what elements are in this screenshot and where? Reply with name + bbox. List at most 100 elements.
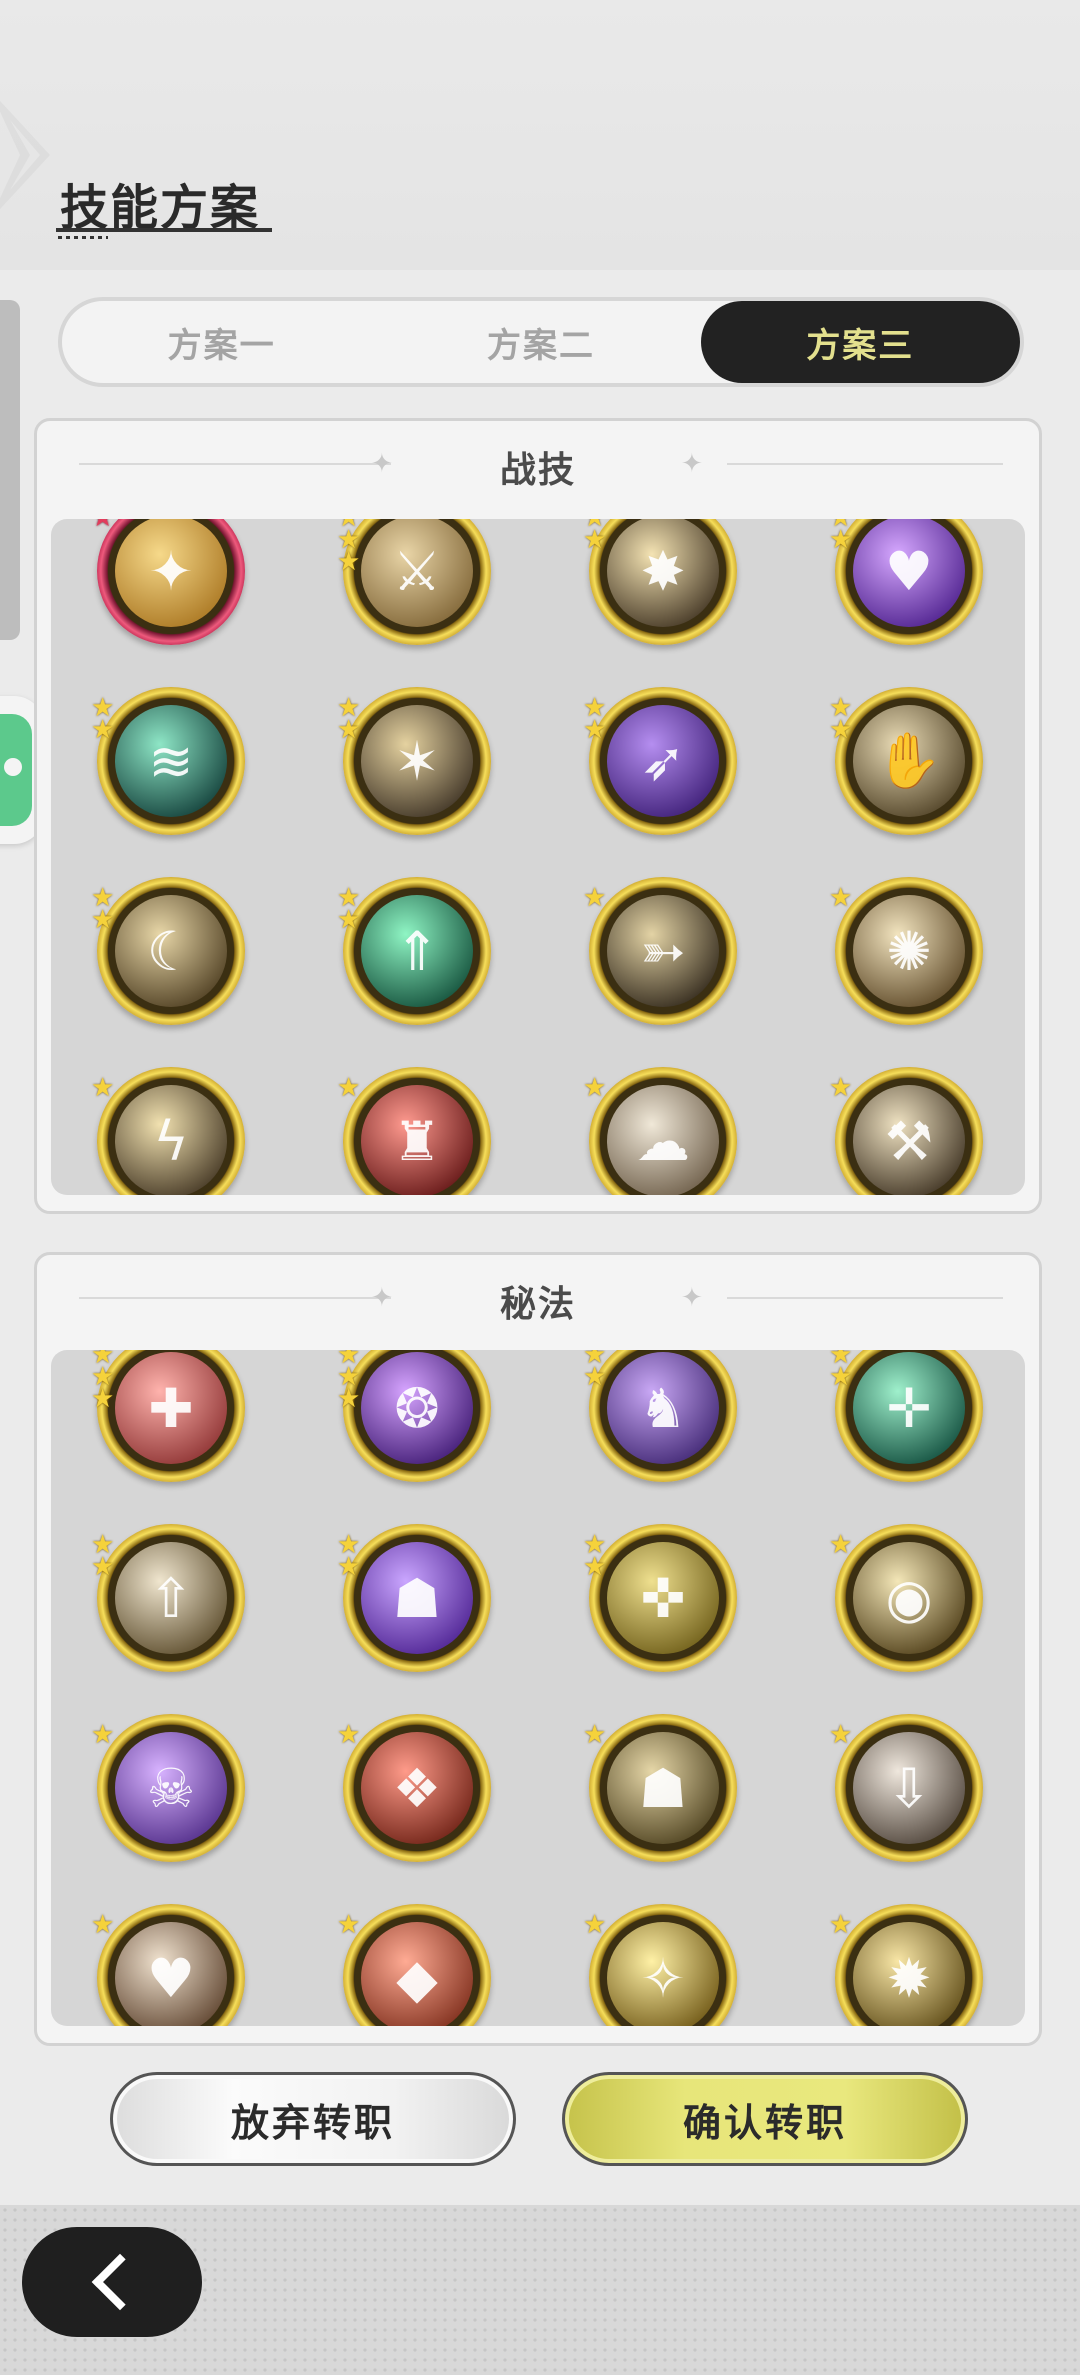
skill-glyph: ⇩ — [886, 1756, 932, 1820]
skill-stars: ★ — [829, 1910, 855, 1940]
skill-slot-red-fighter-icon[interactable]: ♜ ★ — [337, 1067, 491, 1195]
lightning-slash-icon: ϟ — [115, 1085, 227, 1195]
skill-slot-golden-vortex-icon[interactable]: ✹ ★ — [829, 1904, 983, 2026]
skill-stars: ★ — [829, 1075, 855, 1101]
tab-scheme-2[interactable]: 方案二 — [381, 301, 700, 383]
skill-slot-purple-leap-icon[interactable]: ➶ ★ ★ — [583, 687, 737, 835]
whirlwind-icon: ✺ — [853, 895, 965, 1007]
star-icon: ★ — [583, 1910, 607, 1940]
skill-slot-whirlwind-icon[interactable]: ✺ ★ — [829, 877, 983, 1025]
skill-slot-all-seeing-eye-icon[interactable]: ◉ ★ — [829, 1524, 983, 1672]
skill-slot-teal-wave-slash-icon[interactable]: ≋ ★ ★ — [91, 687, 245, 835]
tab-scheme-3[interactable]: 方案三 — [700, 301, 1020, 383]
tab-scheme-1[interactable]: 方案一 — [62, 301, 381, 383]
skill-slot-sword-heal-icon[interactable]: ✚ ★ ★ ★ — [91, 1350, 245, 1482]
section-title-arcana: 秘法 — [499, 1284, 576, 1325]
skill-slot-green-heal-plus-icon[interactable]: ✛ ★ ★ — [829, 1350, 983, 1482]
skill-slot-crescent-blade-icon[interactable]: ☾ ★ ★ — [91, 877, 245, 1025]
star-icon: ★ — [583, 715, 607, 745]
skill-glyph: ◆ — [396, 1946, 438, 2010]
skill-glyph: ♞ — [638, 1376, 688, 1440]
skill-slot-dash-slash-icon[interactable]: ➳ ★ — [583, 877, 737, 1025]
skill-slot-golden-swirl-slash-icon[interactable]: ✦★ — [91, 519, 245, 645]
skill-slot-red-rune-stone-icon[interactable]: ◆ ★ — [337, 1904, 491, 2026]
skill-stars: ★★ — [829, 695, 855, 743]
star-icon: ★ — [337, 1720, 361, 1750]
figure-heal-icon: ✜ — [607, 1542, 719, 1654]
skill-stars: ★ — [583, 1075, 609, 1101]
skill-glyph: ✸ — [640, 539, 686, 603]
skill-slot-red-rune-icon[interactable]: ❖ ★ — [337, 1714, 491, 1862]
skill-slot-purple-skull-icon[interactable]: ☠ ★ — [91, 1714, 245, 1862]
skill-stars: ★★ — [583, 1532, 609, 1580]
star-icon: ★ — [337, 1073, 361, 1103]
skill-slot-purple-figure-up-icon[interactable]: ☗ ★ ★ — [337, 1524, 491, 1672]
skill-glyph: ⚒ — [884, 1109, 934, 1173]
section-title-combat: 战技 — [499, 450, 576, 491]
star-icon: ★ — [91, 905, 115, 935]
dash-slash-icon: ➳ — [607, 895, 719, 1007]
skill-glyph: ✋ — [875, 729, 943, 792]
skill-slot-purple-heart-burst-icon[interactable]: ♥ ★★ — [829, 519, 983, 645]
skill-slot-green-arrows-up-icon[interactable]: ⇑ ★ ★ — [337, 877, 491, 1025]
skill-stars: ★ — [91, 1912, 117, 1938]
skill-glyph: ✶ — [394, 729, 440, 793]
teal-wave-slash-icon: ≋ — [115, 705, 227, 817]
skill-stars: ★ — [583, 1722, 609, 1748]
skill-slot-purple-flame-icon[interactable]: ❂ ★ ★ ★ — [337, 1350, 491, 1482]
skill-slot-burst-explosion-icon[interactable]: ✸ ★★ — [583, 519, 737, 645]
star-icon: ★ — [91, 1073, 115, 1103]
side-drawer-handle[interactable] — [0, 300, 20, 640]
skill-glyph: ⇑ — [394, 919, 440, 983]
skill-stars: ★★ — [583, 1350, 609, 1390]
green-arrows-up-icon: ⇑ — [361, 895, 473, 1007]
skill-slot-hammer-strike-icon[interactable]: ⚒ ★ — [829, 1067, 983, 1195]
skill-stars: ★★ — [583, 695, 609, 745]
skill-stars: ★ — [583, 885, 609, 911]
star-icon: ★ — [829, 525, 853, 555]
red-rune-stone-icon: ◆ — [361, 1922, 473, 2026]
red-rune-icon: ❖ — [361, 1732, 473, 1844]
skill-glyph: ☾ — [146, 919, 196, 983]
skill-slot-claw-strikes-icon[interactable]: ✶ ★ ★ — [337, 687, 491, 835]
scheme-tabs: 方案一 方案二 方案三 — [58, 297, 1024, 387]
skill-glyph: ✛ — [886, 1376, 932, 1440]
chat-icon — [0, 714, 32, 826]
skill-slot-lightning-slash-icon[interactable]: ϟ ★ — [91, 1067, 245, 1195]
star-icon: ★ — [829, 1530, 853, 1560]
skill-slot-hand-grab-icon[interactable]: ✋ ★ ★ — [829, 687, 983, 835]
skill-stars: ★ — [337, 1073, 363, 1103]
star-icon: ★ — [829, 1910, 853, 1940]
skill-slot-figure-heal-icon[interactable]: ✜ ★ ★ — [583, 1524, 737, 1672]
confirm-job-change-button[interactable]: 确认转职 — [562, 2072, 968, 2166]
skill-slot-golden-spirit-icon[interactable]: ✧ ★ — [583, 1904, 737, 2026]
skill-glyph: ✚ — [148, 1376, 194, 1440]
skill-slot-stone-golem-icon[interactable]: ☗ ★ — [583, 1714, 737, 1862]
skill-slot-raven-icon[interactable]: ♞ ★ ★ — [583, 1350, 737, 1482]
skill-stars: ★ — [91, 1073, 117, 1103]
skill-glyph: ♜ — [392, 1109, 442, 1173]
skill-stars: ★ — [91, 1722, 117, 1748]
skill-stars: ★ — [829, 1530, 855, 1560]
abandon-job-change-button[interactable]: 放弃转职 — [110, 2072, 516, 2166]
green-heal-plus-icon: ✛ — [853, 1352, 965, 1464]
back-button[interactable] — [22, 2227, 202, 2337]
skill-slot-sword-up-icon[interactable]: ⇧ ★ ★ — [91, 1524, 245, 1672]
burst-explosion-icon: ✸ — [607, 519, 719, 627]
skill-stars: ★★ — [829, 519, 855, 555]
skill-glyph: ✜ — [640, 1566, 686, 1630]
skill-stars: ★★ — [829, 1350, 855, 1392]
skill-slot-sword-sparkle-icon[interactable]: ⚔ ★★★ — [337, 519, 491, 645]
sword-down-icon: ⇩ — [853, 1732, 965, 1844]
crescent-blade-icon: ☾ — [115, 895, 227, 1007]
skill-slot-sword-down-icon[interactable]: ⇩ ★ — [829, 1714, 983, 1862]
purple-heart-burst-icon: ♥ — [853, 519, 965, 627]
arcana-skills-panel: ✦ 秘法 ✦ ✚ ★ ★ ★ ❂ ★ ★ ★ ♞ ★ ★ ✛ ★ ★ ⇧ ★ ★ ☗ ★ ★ ✜ ★ ★ ◉ ★ ☠ ★ ❖ ★ ☗ ★ ⇩ ★… — [34, 1252, 1042, 2046]
skill-slot-smoke-cloud-icon[interactable]: ☁ ★ — [583, 1067, 737, 1195]
skill-slot-heart-shield-icon[interactable]: ♥ ★ — [91, 1904, 245, 2026]
skill-stars: ★ — [829, 1722, 855, 1748]
star-icon: ★ — [829, 1362, 853, 1392]
star-icon: ★ — [337, 1552, 361, 1582]
star-icon: ★ — [337, 1384, 361, 1414]
skill-stars: ★★ — [91, 695, 117, 743]
